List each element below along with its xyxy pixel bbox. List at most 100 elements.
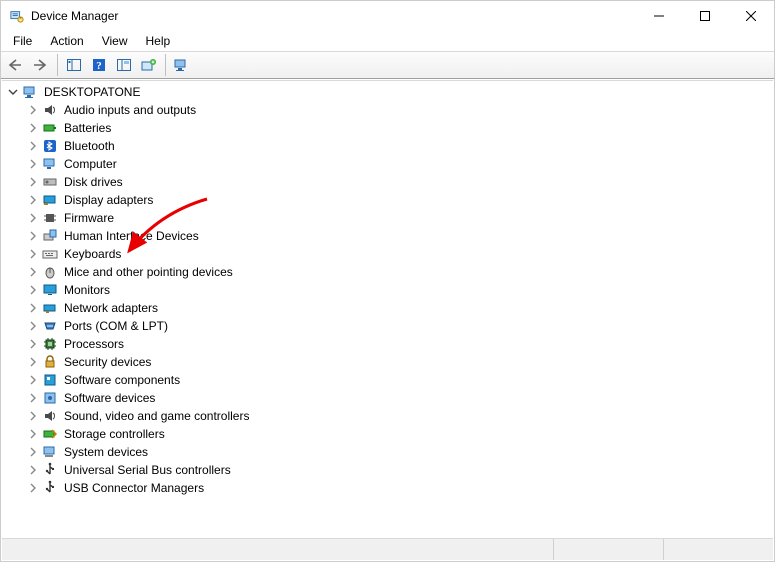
- window-title: Device Manager: [31, 9, 636, 23]
- chevron-right-icon[interactable]: [26, 409, 40, 423]
- tree-item-security[interactable]: Security devices: [2, 353, 773, 371]
- tree-item-processors[interactable]: Processors: [2, 335, 773, 353]
- computer-icon: [22, 84, 38, 100]
- chevron-right-icon[interactable]: [26, 463, 40, 477]
- svg-text:?: ?: [96, 60, 102, 72]
- forward-button[interactable]: [30, 54, 52, 76]
- tree-item-label: Storage controllers: [62, 427, 167, 441]
- mouse-icon: [42, 264, 58, 280]
- show-hide-tree-button[interactable]: [63, 54, 85, 76]
- software-component-icon: [42, 372, 58, 388]
- hid-icon: [42, 228, 58, 244]
- status-cell: [553, 539, 663, 560]
- speaker-icon: [42, 102, 58, 118]
- toolbar-divider: [57, 54, 58, 76]
- chevron-right-icon[interactable]: [26, 301, 40, 315]
- system-device-icon: [42, 444, 58, 460]
- chevron-right-icon[interactable]: [26, 445, 40, 459]
- tree-item-label: Software components: [62, 373, 182, 387]
- tree-item-usb[interactable]: Universal Serial Bus controllers: [2, 461, 773, 479]
- tree-item-monitors[interactable]: Monitors: [2, 281, 773, 299]
- chevron-right-icon[interactable]: [26, 247, 40, 261]
- usb-icon: [42, 462, 58, 478]
- devices-by-connection-button[interactable]: [171, 54, 193, 76]
- app-icon: [9, 8, 25, 24]
- tree-item-hid[interactable]: Human Interface Devices: [2, 227, 773, 245]
- chevron-right-icon[interactable]: [26, 481, 40, 495]
- chevron-right-icon[interactable]: [26, 157, 40, 171]
- close-button[interactable]: [728, 1, 774, 31]
- tree-item-label: Monitors: [62, 283, 112, 297]
- tree-item-label: Firmware: [62, 211, 116, 225]
- chevron-down-icon[interactable]: [6, 85, 20, 99]
- help-button[interactable]: ?: [88, 54, 110, 76]
- chevron-right-icon[interactable]: [26, 337, 40, 351]
- minimize-button[interactable]: [636, 1, 682, 31]
- chevron-right-icon[interactable]: [26, 265, 40, 279]
- tree-item-label: Disk drives: [62, 175, 125, 189]
- tree-item-label: Security devices: [62, 355, 153, 369]
- chevron-right-icon[interactable]: [26, 139, 40, 153]
- tree-item-ports[interactable]: Ports (COM & LPT): [2, 317, 773, 335]
- back-button[interactable]: [5, 54, 27, 76]
- chevron-right-icon[interactable]: [26, 373, 40, 387]
- menu-view[interactable]: View: [94, 33, 136, 49]
- monitor-icon: [42, 282, 58, 298]
- chevron-right-icon[interactable]: [26, 427, 40, 441]
- port-icon: [42, 318, 58, 334]
- tree-item-label: Bluetooth: [62, 139, 117, 153]
- tree-item-label: Display adapters: [62, 193, 155, 207]
- tree-item-computer[interactable]: Computer: [2, 155, 773, 173]
- computer-icon: [42, 156, 58, 172]
- chevron-right-icon[interactable]: [26, 229, 40, 243]
- menu-action[interactable]: Action: [42, 33, 91, 49]
- chevron-right-icon[interactable]: [26, 103, 40, 117]
- usb-connector-icon: [42, 480, 58, 496]
- chevron-right-icon[interactable]: [26, 355, 40, 369]
- tree-item-label: Processors: [62, 337, 126, 351]
- tree-item-disk[interactable]: Disk drives: [2, 173, 773, 191]
- tree-item-system[interactable]: System devices: [2, 443, 773, 461]
- tree-item-audio[interactable]: Audio inputs and outputs: [2, 101, 773, 119]
- tree-item-label: Sound, video and game controllers: [62, 409, 251, 423]
- tree-item-label: System devices: [62, 445, 150, 459]
- tree-item-label: Keyboards: [62, 247, 123, 261]
- software-device-icon: [42, 390, 58, 406]
- menu-file[interactable]: File: [5, 33, 40, 49]
- chip-icon: [42, 210, 58, 226]
- chevron-right-icon[interactable]: [26, 211, 40, 225]
- device-tree[interactable]: DESKTOPATONE Audio inputs and outputs Ba…: [2, 80, 773, 537]
- status-bar: [2, 538, 773, 560]
- tree-item-batteries[interactable]: Batteries: [2, 119, 773, 137]
- tree-item-keyboards[interactable]: Keyboards: [2, 245, 773, 263]
- tree-item-swdev[interactable]: Software devices: [2, 389, 773, 407]
- tree-item-storage[interactable]: Storage controllers: [2, 425, 773, 443]
- disk-icon: [42, 174, 58, 190]
- bluetooth-icon: [42, 138, 58, 154]
- tree-root[interactable]: DESKTOPATONE: [2, 83, 773, 101]
- chevron-right-icon[interactable]: [26, 193, 40, 207]
- maximize-button[interactable]: [682, 1, 728, 31]
- battery-icon: [42, 120, 58, 136]
- add-legacy-button[interactable]: [138, 54, 160, 76]
- tree-item-display[interactable]: Display adapters: [2, 191, 773, 209]
- tree-item-usbconn[interactable]: USB Connector Managers: [2, 479, 773, 497]
- chevron-right-icon[interactable]: [26, 319, 40, 333]
- tree-item-mice[interactable]: Mice and other pointing devices: [2, 263, 773, 281]
- tree-item-label: Computer: [62, 157, 119, 171]
- status-cell: [2, 539, 553, 560]
- tree-item-sound[interactable]: Sound, video and game controllers: [2, 407, 773, 425]
- menu-help[interactable]: Help: [138, 33, 179, 49]
- tree-item-bluetooth[interactable]: Bluetooth: [2, 137, 773, 155]
- tree-item-network[interactable]: Network adapters: [2, 299, 773, 317]
- tree-item-firmware[interactable]: Firmware: [2, 209, 773, 227]
- chevron-right-icon[interactable]: [26, 121, 40, 135]
- chevron-right-icon[interactable]: [26, 391, 40, 405]
- tree-item-label: Software devices: [62, 391, 157, 405]
- tree-item-label: Network adapters: [62, 301, 160, 315]
- scan-hardware-button[interactable]: [113, 54, 135, 76]
- chevron-right-icon[interactable]: [26, 175, 40, 189]
- tree-item-swcomp[interactable]: Software components: [2, 371, 773, 389]
- chevron-right-icon[interactable]: [26, 283, 40, 297]
- keyboard-icon: [42, 246, 58, 262]
